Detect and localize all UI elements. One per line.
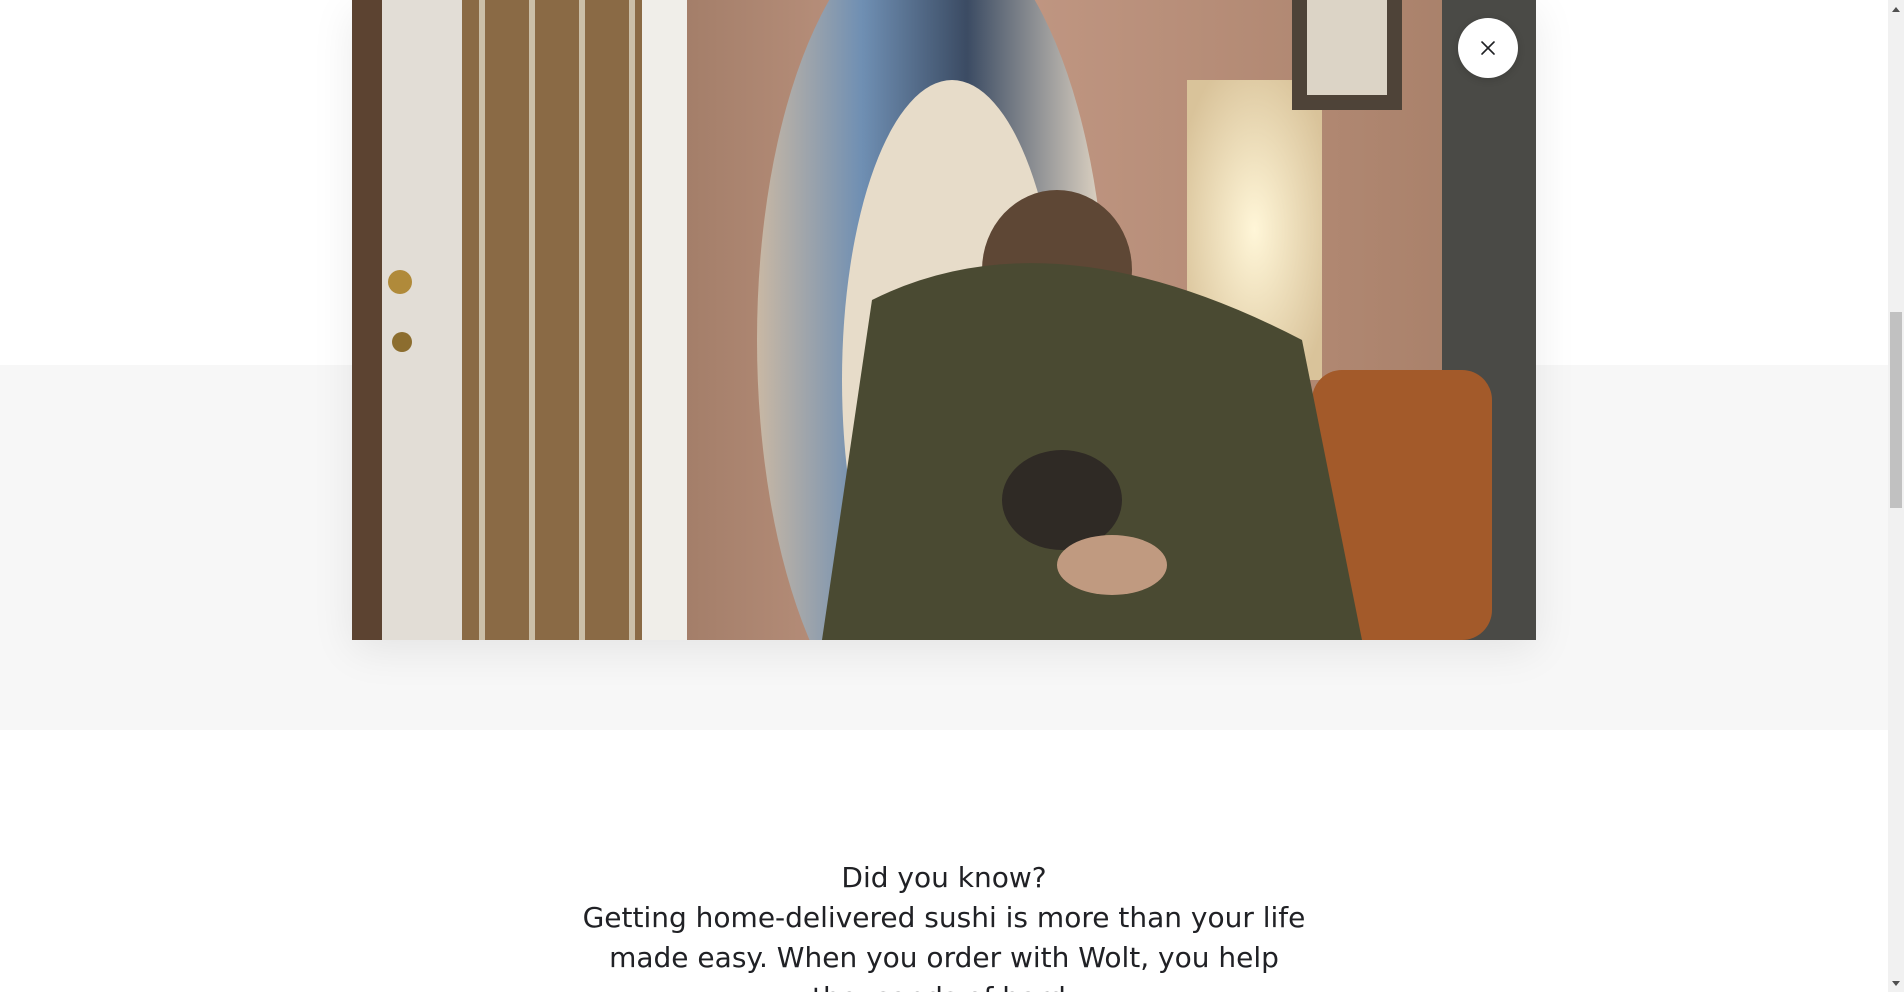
did-you-know-section: Did you know? Getting home-delivered sus… xyxy=(540,858,1348,992)
scrollbar-thumb[interactable] xyxy=(1890,312,1902,508)
page: Did you know? Getting home-delivered sus… xyxy=(0,0,1888,992)
vertical-scrollbar[interactable] xyxy=(1888,0,1904,992)
scroll-up-arrow-icon[interactable] xyxy=(1888,0,1904,17)
section-heading: Did you know? xyxy=(841,861,1047,894)
section-body: Getting home-delivered sushi is more tha… xyxy=(582,901,1306,992)
video-player[interactable] xyxy=(352,0,1536,640)
video-frame-image xyxy=(352,0,1536,640)
close-button[interactable] xyxy=(1458,18,1518,78)
scroll-down-arrow-icon[interactable] xyxy=(1888,975,1904,992)
close-icon xyxy=(1481,41,1495,55)
